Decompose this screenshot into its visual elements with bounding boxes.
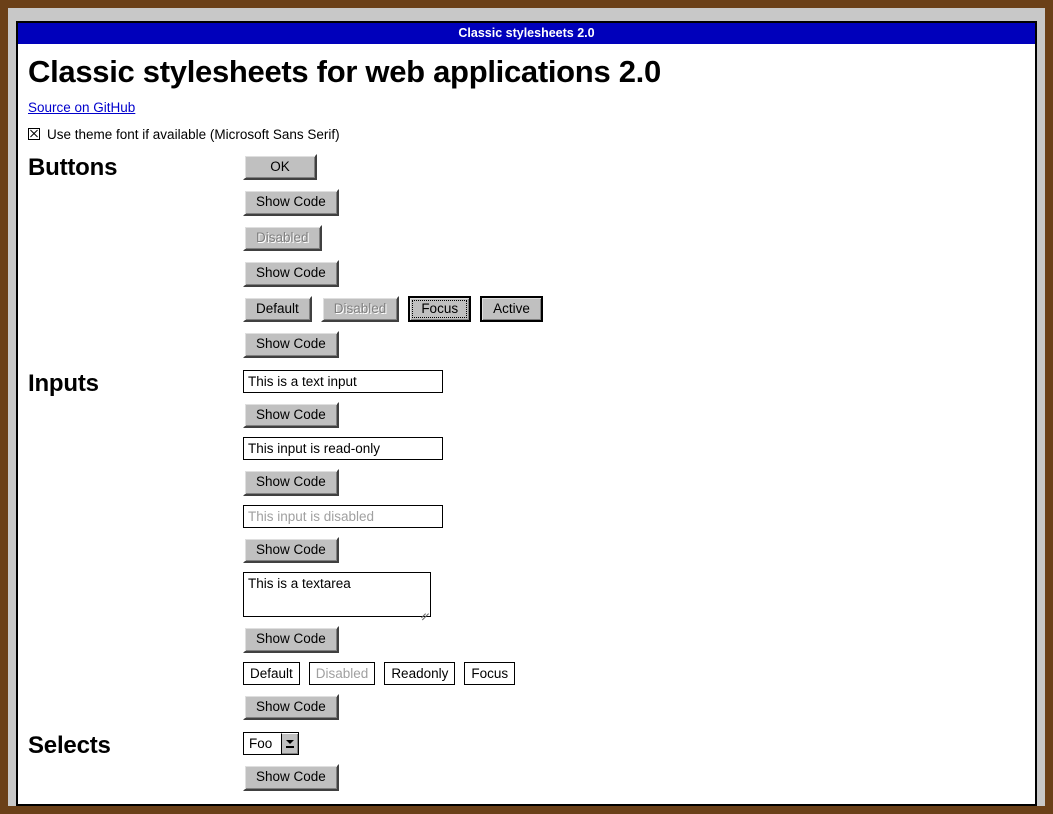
source-on-github-link[interactable]: Source on GitHub (28, 100, 135, 115)
control-row: OK (243, 153, 1025, 181)
theme-font-option[interactable]: Use theme font if available (Microsoft S… (28, 127, 1025, 142)
button-show-code[interactable]: Show Code (243, 469, 339, 496)
textarea-value: This is a textarea (248, 576, 351, 592)
button-label: Show Code (256, 541, 326, 557)
resize-grip-icon[interactable] (418, 604, 429, 621)
button-show-code[interactable]: Show Code (243, 401, 339, 429)
section-heading: Selects (28, 732, 111, 760)
text-input-readonly[interactable]: Readonly (384, 661, 456, 685)
section-inputs: Inputs This is a text input Show Code This … (28, 369, 1025, 721)
button-label: OK (270, 158, 290, 174)
text-input-disabled: Disabled (308, 661, 376, 685)
button-label: Show Code (256, 406, 326, 422)
section-buttons: Buttons OK Show Code Disabled Show Code Defau… (28, 153, 1025, 358)
title-bar: Classic stylesheets 2.0 (18, 23, 1035, 44)
button-label: Show Code (256, 336, 326, 352)
control-row: This is a textarea (243, 572, 1025, 621)
control-row: Show Code (243, 693, 1025, 721)
button-label: Active (493, 300, 530, 316)
button-label: Focus (421, 300, 459, 316)
section-body: Foo Show Code (243, 732, 1025, 791)
control-row: Show Code (243, 764, 1025, 791)
control-row: This input is read-only (243, 437, 1025, 461)
textarea[interactable]: This is a textarea (243, 572, 431, 621)
button-disabled: Disabled (243, 224, 322, 252)
select-value: Foo (249, 736, 273, 752)
button-show-code[interactable]: Show Code (243, 331, 339, 358)
select-dropdown[interactable]: Foo (243, 732, 299, 756)
text-input-default[interactable]: Default (243, 661, 300, 685)
button-show-code[interactable]: Show Code (243, 764, 339, 791)
button-show-code[interactable]: Show Code (243, 189, 339, 216)
chevron-down-icon[interactable] (281, 733, 298, 755)
control-row: This is a text input (243, 369, 1025, 393)
button-show-code[interactable]: Show Code (243, 626, 339, 653)
section-body: OK Show Code Disabled Show Code Default Disab… (243, 153, 1025, 358)
text-input-readonly[interactable]: This input is read-only (243, 437, 443, 461)
button-show-code[interactable]: Show Code (243, 536, 339, 564)
button-label: Disabled (333, 300, 387, 316)
button-show-code[interactable]: Show Code (243, 693, 339, 721)
control-row: Show Code (243, 536, 1025, 564)
text-input-focus[interactable]: Focus (464, 661, 516, 685)
sections-container: Buttons OK Show Code Disabled Show Code Defau… (28, 153, 1025, 791)
theme-font-label: Use theme font if available (Microsoft S… (47, 126, 340, 142)
page-title: Classic stylesheets for web applications… (28, 54, 661, 89)
control-row: Show Code (243, 626, 1025, 653)
button-ok[interactable]: OK (243, 153, 317, 181)
button-show-code[interactable]: Show Code (243, 260, 339, 287)
section-selects: Selects Foo Show Code (28, 732, 1025, 791)
button-active[interactable]: Active (480, 295, 543, 323)
control-row: This input is disabled (243, 504, 1025, 528)
text-input-disabled: This input is disabled (243, 504, 443, 528)
button-label: Show Code (256, 769, 326, 785)
button-label: Show Code (256, 265, 326, 281)
button-label: Show Code (256, 474, 326, 490)
control-row: Show Code (243, 189, 1025, 216)
section-heading: Inputs (28, 369, 99, 397)
button-label: Show Code (256, 631, 326, 647)
button-label: Show Code (256, 194, 326, 210)
control-row: Default Disabled Focus Active (243, 295, 1025, 323)
control-row: Show Code (243, 260, 1025, 287)
page-content: Classic stylesheets for web applications… (18, 44, 1035, 791)
button-label: Disabled (256, 229, 309, 245)
control-row: Show Code (243, 331, 1025, 358)
button-label: Show Code (256, 698, 326, 714)
button-focus[interactable]: Focus (408, 295, 472, 323)
control-row: Show Code (243, 469, 1025, 496)
section-heading: Buttons (28, 153, 118, 181)
button-default[interactable]: Default (243, 295, 312, 323)
checkbox-checked-icon[interactable] (28, 128, 40, 141)
window-frame: Classic stylesheets 2.0 Classic styleshe… (8, 8, 1045, 806)
application-window: Classic stylesheets 2.0 Classic styleshe… (16, 21, 1037, 806)
control-row: Disabled (243, 224, 1025, 252)
button-label: Default (256, 300, 299, 316)
text-input-default[interactable]: This is a text input (243, 369, 443, 393)
section-body: This is a text input Show Code This input … (243, 369, 1025, 721)
control-row: Default Disabled Readonly Focus (243, 661, 1025, 685)
button-disabled: Disabled (320, 295, 400, 323)
control-row: Foo (243, 732, 1025, 756)
control-row: Show Code (243, 401, 1025, 429)
